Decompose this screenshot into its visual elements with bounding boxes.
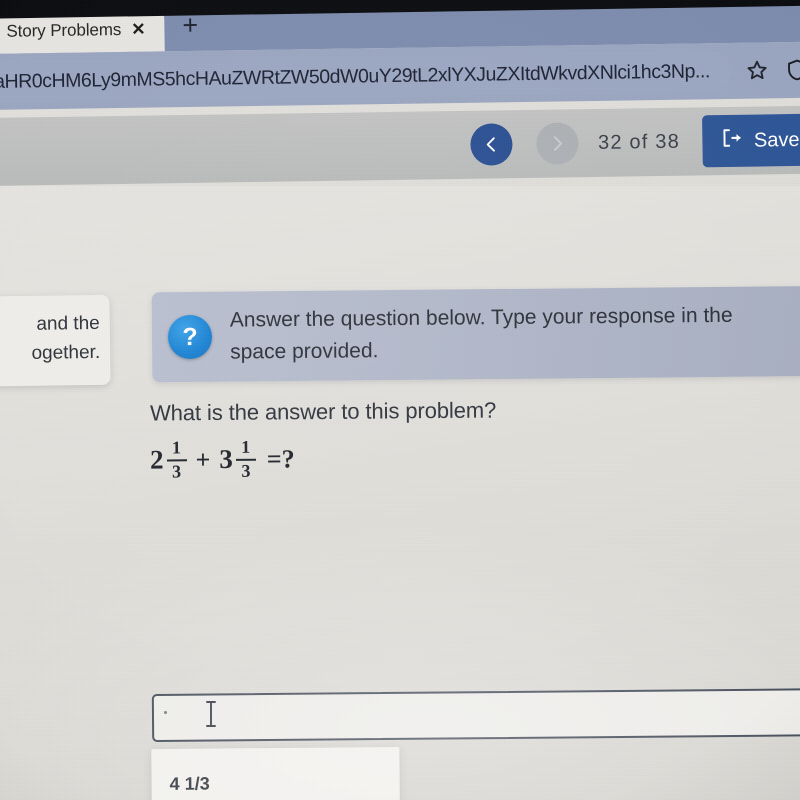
term2-numerator: 1	[241, 436, 251, 457]
page-counter: 32 of 38	[597, 130, 681, 154]
screen-photo: Story Problems ✕ + /aHR0cHM6Ly9mMS5hcHAu…	[0, 0, 800, 800]
term1-whole: 2	[149, 444, 164, 475]
exit-arrow-icon	[720, 127, 742, 155]
app-toolbar: 32 of 38 Save &	[0, 105, 800, 186]
term2-denominator: 3	[241, 461, 251, 482]
term2-whole: 3	[219, 444, 233, 475]
url-text: /aHR0cHM6Ly9mMS5hcHAuZWRtZW50dW0uY29tL2x…	[0, 59, 711, 93]
math-term-1: 2 1 3	[149, 437, 187, 482]
chevron-right-icon	[547, 133, 567, 153]
omnibox-icons	[731, 58, 800, 83]
math-term-2: 3 1 3	[219, 436, 256, 482]
answer-input[interactable]	[151, 687, 800, 743]
chevron-left-icon	[481, 134, 501, 154]
star-icon[interactable]	[745, 58, 769, 82]
new-tab-button[interactable]: +	[182, 10, 198, 40]
text-caret	[164, 711, 167, 714]
term1-numerator: 1	[171, 437, 181, 458]
question-mark-icon: ?	[167, 314, 213, 360]
autocomplete-dropdown[interactable]: 4 1/3 5.6 15	[151, 746, 401, 800]
math-operator: +	[195, 444, 211, 474]
math-expression: 2 1 3 + 3 1 3 =?	[150, 437, 295, 482]
url-bar-row: /aHR0cHM6Ly9mMS5hcHAuZWRtZW50dW0uY29tL2x…	[0, 41, 800, 110]
save-button-label: Save &	[753, 128, 800, 152]
omnibox[interactable]: /aHR0cHM6Ly9mMS5hcHAuZWRtZW50dW0uY29tL2x…	[0, 49, 732, 104]
page-content: and the ogether. ? Answer the question b…	[0, 186, 800, 800]
question-prompt: What is the answer to this problem?	[149, 397, 497, 426]
term1-denominator: 3	[172, 461, 182, 482]
previous-question-button[interactable]	[469, 123, 513, 166]
math-equals: =?	[266, 444, 295, 474]
term2-fraction: 1 3	[235, 436, 256, 482]
tab-title: Story Problems	[6, 19, 122, 41]
save-and-exit-button[interactable]: Save &	[701, 113, 800, 168]
side-card-line-1: and the	[36, 312, 100, 335]
autocomplete-item[interactable]: 4 1/3	[151, 759, 399, 800]
close-icon[interactable]: ✕	[131, 20, 146, 39]
term1-fraction: 1 3	[166, 437, 187, 482]
instruction-text: Answer the question below. Type your res…	[229, 303, 733, 364]
instruction-banner: ? Answer the question below. Type your r…	[151, 285, 800, 383]
next-question-button[interactable]	[535, 122, 579, 165]
side-panel-card: and the ogether.	[0, 294, 111, 388]
side-card-line-2: ogether.	[31, 342, 101, 365]
shield-icon[interactable]	[785, 58, 800, 82]
